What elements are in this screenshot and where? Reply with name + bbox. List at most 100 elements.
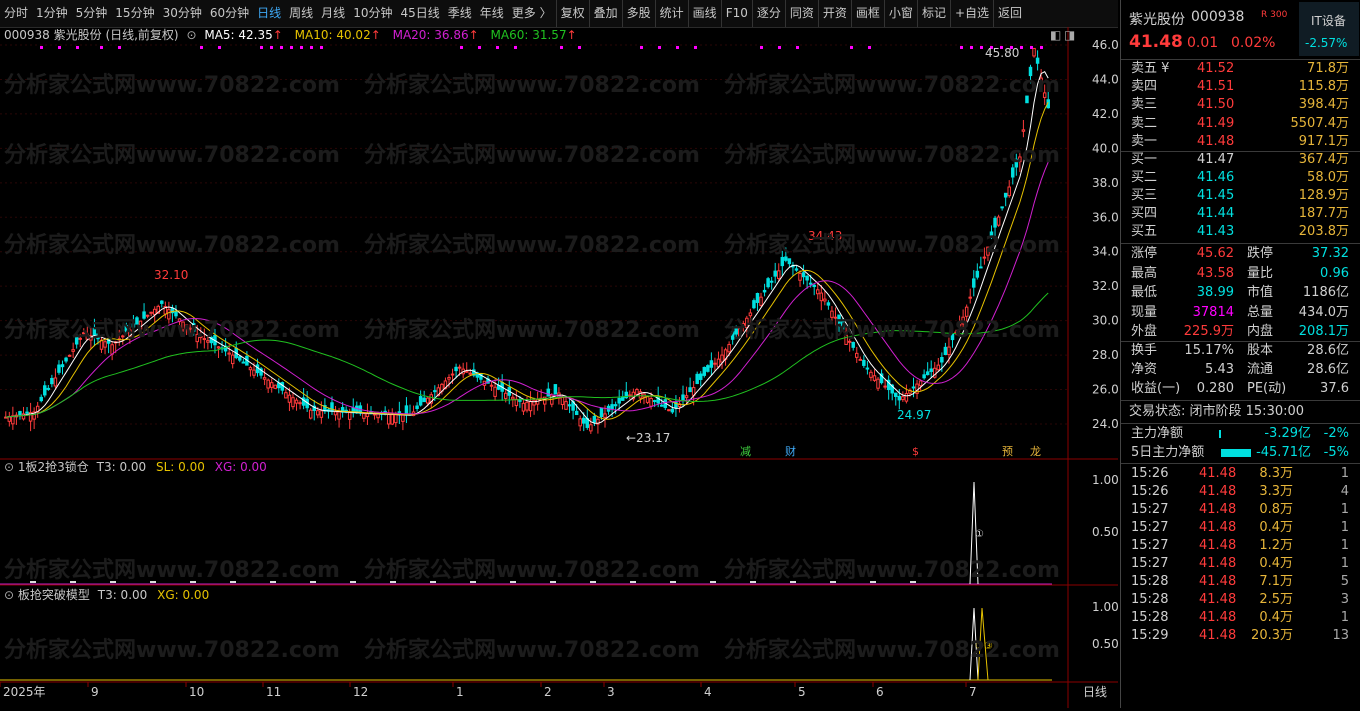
candle-body: [745, 317, 749, 329]
tick-count: 1: [1340, 610, 1349, 625]
candle-body: [365, 413, 370, 418]
tool-button-4[interactable]: 画线: [687, 0, 721, 27]
tool-button-9[interactable]: 画框: [850, 0, 884, 27]
period-tab-5[interactable]: 60分钟: [206, 0, 253, 27]
period-tab-3[interactable]: 15分钟: [111, 0, 158, 27]
stat-row: 最高 43.58 量比 0.96: [1121, 265, 1360, 283]
stat-label: 现量: [1131, 304, 1158, 320]
asks-row: 卖四 41.51 115.8万: [1121, 78, 1360, 96]
period-tab-4[interactable]: 30分钟: [159, 0, 206, 27]
candle-body: [1042, 92, 1047, 98]
period-tab-1[interactable]: 1分钟: [32, 0, 72, 27]
tick-time: 15:27: [1131, 556, 1169, 571]
tick-count: 1: [1340, 502, 1349, 517]
event-marker: 财: [785, 444, 796, 458]
kline-chart[interactable]: 46.00 44.00 42.00 40.00 38.00 36.00 34.00 32.00…: [0, 27, 1126, 708]
tool-button-5[interactable]: F10: [720, 0, 752, 27]
chart-area[interactable]: 46.00 44.00 42.00 40.00 38.00 36.00 34.00 32.00…: [0, 27, 1348, 708]
y-tick-label: 40.00: [1092, 141, 1118, 155]
tool-button-6[interactable]: 逐分: [751, 0, 785, 27]
tick-count: 4: [1340, 484, 1349, 499]
candle-body: [401, 414, 405, 422]
period-tab-12[interactable]: 年线: [476, 0, 508, 27]
stat-row: 现量 37814 总量 434.0万: [1121, 304, 1360, 322]
candle-body: [844, 334, 848, 345]
candle-body: [567, 404, 572, 407]
period-tab-0[interactable]: 分时: [0, 0, 32, 27]
candle-body: [262, 377, 267, 380]
period-tab-10[interactable]: 45日线: [396, 0, 443, 27]
candle-body: [826, 302, 831, 306]
stat-value: 43.58: [1196, 265, 1234, 281]
tick-price: 41.48: [1199, 466, 1237, 481]
period-tab-6[interactable]: 日线: [253, 0, 285, 27]
period-tab-13[interactable]: 更多 〉: [508, 0, 556, 27]
tick-price: 41.48: [1199, 556, 1237, 571]
indicator2-legend: ⊙ 板抢突破模型 T3: 0.00 XG: 0.00: [4, 587, 209, 603]
sector-box[interactable]: IT设备 -2.57%: [1299, 2, 1359, 56]
ma20-line: [5, 162, 1049, 418]
candle-body: [996, 216, 1001, 226]
candle-body: [784, 256, 788, 261]
tick-time: 15:27: [1131, 502, 1169, 517]
candle-body: [57, 364, 61, 373]
signal-dot: [320, 46, 323, 49]
period-tab-8[interactable]: 月线: [317, 0, 349, 27]
candle-body: [64, 357, 68, 362]
candle-body: [301, 397, 306, 406]
period-tab-7[interactable]: 周线: [285, 0, 317, 27]
ma5-line: [5, 71, 1049, 424]
x-tick-label: 4: [704, 685, 712, 699]
tick-row: 15:29 41.48 20.3万 13: [1121, 627, 1360, 645]
collapse-icon[interactable]: ◧: [1050, 28, 1061, 42]
period-tab-2[interactable]: 5分钟: [72, 0, 112, 27]
candle-body: [532, 399, 536, 406]
period-tab-9[interactable]: 10分钟: [349, 0, 396, 27]
tick-volume: 0.4万: [1259, 556, 1293, 571]
capital-row: 主力净额 -3.29亿 -2%: [1121, 425, 1360, 443]
x-tick-label: 11: [266, 685, 281, 699]
candle-body: [447, 376, 451, 380]
tool-button-11[interactable]: 标记: [916, 0, 950, 27]
candle-body: [266, 379, 270, 389]
candle-body: [943, 346, 948, 356]
tool-button-12[interactable]: +自选: [949, 0, 993, 27]
candle-body: [592, 415, 597, 423]
tool-button-1[interactable]: 叠加: [588, 0, 622, 27]
tool-button-0[interactable]: 复权: [555, 0, 589, 27]
tick-volume: 8.3万: [1259, 466, 1293, 481]
indicator2-settings-icon[interactable]: ⊙: [4, 588, 14, 602]
candle-body: [560, 396, 565, 406]
settings-icon[interactable]: ⊙: [186, 28, 196, 42]
candle-body: [450, 373, 455, 376]
indicator1-tick: [710, 581, 716, 583]
tool-button-3[interactable]: 统计: [654, 0, 688, 27]
candle-body: [287, 394, 292, 403]
candle-body: [528, 400, 533, 412]
sector-name: IT设备: [1311, 14, 1346, 28]
tool-button-2[interactable]: 多股: [621, 0, 655, 27]
period-tab-11[interactable]: 季线: [444, 0, 476, 27]
tool-button-8[interactable]: 开资: [817, 0, 851, 27]
stat-value: 37814: [1192, 304, 1234, 320]
expand-icon[interactable]: ◨: [1064, 28, 1075, 42]
indicator1-tick: [870, 581, 876, 583]
signal-dot: [560, 46, 563, 49]
tool-button-7[interactable]: 同资: [784, 0, 818, 27]
tool-button-13[interactable]: 返回: [993, 0, 1026, 27]
candle-body: [759, 296, 763, 306]
indicator1-tick: [270, 581, 276, 583]
candle-body: [152, 308, 157, 315]
candle-body: [620, 396, 625, 401]
asks-row: 卖二 41.49 5507.4万: [1121, 115, 1360, 133]
x-tick-label: 6: [876, 685, 884, 699]
signal-dot: [300, 46, 303, 49]
stock-header: 000938 紫光股份 (日线,前复权): [4, 28, 179, 42]
candle-body: [511, 396, 515, 400]
stat-value: 1186亿: [1302, 285, 1349, 300]
tool-button-10[interactable]: 小窗: [883, 0, 917, 27]
indicator1-settings-icon[interactable]: ⊙: [4, 460, 14, 474]
signal-dot: [980, 46, 983, 49]
period-toolbar: 分时 1分钟 5分钟 15分钟 30分钟 60分钟 日线 周线 月线 10分钟 45日线 季线 年线 更多…: [0, 0, 1118, 28]
candle-body: [830, 310, 834, 318]
